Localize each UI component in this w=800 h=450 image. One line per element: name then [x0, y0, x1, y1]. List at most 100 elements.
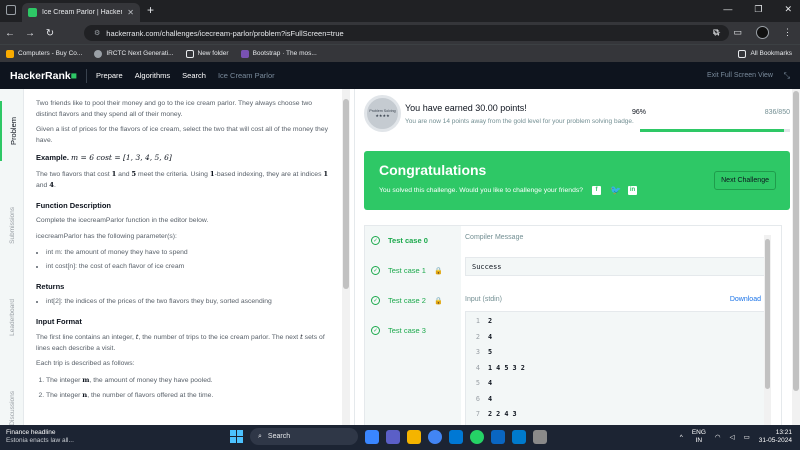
linkedin-app-icon[interactable]: [491, 429, 505, 444]
bookmark-item[interactable]: Computers - Buy Co...: [6, 49, 82, 58]
vscode-icon[interactable]: [512, 429, 526, 444]
trip-list: The integer m, the amount of money they …: [36, 375, 334, 402]
twitter-icon[interactable]: 🐦: [610, 186, 621, 195]
lang-code: ENG: [691, 429, 706, 437]
close-tab-icon[interactable]: ✕: [127, 8, 134, 17]
pane-divider[interactable]: [354, 89, 355, 425]
taskbar-search[interactable]: ⌕ Search: [250, 428, 358, 445]
reload-icon[interactable]: ↻: [40, 28, 60, 39]
stdin-label: Input (stdin): [465, 296, 502, 303]
line-number: 4: [475, 363, 480, 372]
scroll-thumb[interactable]: [765, 239, 770, 389]
bookmark-label: Bootstrap · The mos...: [252, 50, 317, 57]
site-info-icon[interactable]: ⚙: [94, 29, 100, 37]
nav-search[interactable]: Search: [182, 71, 206, 80]
list-item: int m: the amount of money they have to …: [46, 248, 334, 259]
nav-algorithms[interactable]: Algorithms: [135, 71, 170, 80]
news-widget[interactable]: Finance headline Estonia enacts law all.…: [6, 429, 74, 445]
address-bar[interactable]: ⚙ hackerrank.com/challenges/icecream-par…: [84, 25, 729, 41]
language-indicator[interactable]: ENG IN: [692, 429, 706, 445]
whatsapp-icon[interactable]: [470, 429, 484, 444]
store-icon[interactable]: [533, 429, 547, 444]
menu-kebab-icon[interactable]: ⋮: [783, 27, 792, 38]
bookmark-item[interactable]: New folder: [185, 49, 229, 58]
stdin-box: 12243541 4 5 3 2546472 2 4 3: [465, 311, 765, 426]
minimize-icon[interactable]: —: [723, 4, 732, 15]
test-case-item[interactable]: ✓ Test case 0: [371, 236, 428, 245]
compiler-message-label: Compiler Message: [465, 234, 524, 241]
test-case-item[interactable]: ✓ Test case 1 🔒: [371, 266, 443, 275]
window-controls: — ❐ ✕: [723, 4, 792, 15]
all-bookmarks[interactable]: All Bookmarks: [738, 49, 792, 58]
line-value: 5: [488, 348, 493, 356]
stdin-line: 4 1 4 5 3 2: [466, 364, 525, 372]
browser-toolbar: ← → ↻ ⚙ hackerrank.com/challenges/icecre…: [0, 22, 800, 44]
test-case-item[interactable]: ✓ Test case 3: [371, 326, 426, 335]
stdin-line: 24: [466, 333, 492, 341]
browser-tab[interactable]: Ice Cream Parlor | HackerRank ✕: [22, 3, 140, 22]
scroll-thumb[interactable]: [793, 91, 799, 391]
file-explorer-icon[interactable]: [407, 429, 421, 444]
tab-label: Leaderboard: [8, 299, 16, 336]
chrome-icon[interactable]: [428, 429, 442, 444]
task-view-icon[interactable]: [365, 429, 379, 444]
volume-icon[interactable]: ◁: [730, 433, 735, 441]
tab-label: Problem: [8, 117, 18, 145]
clock[interactable]: 13:21 31-05-2024: [759, 429, 792, 445]
problem-paragraph: The two flavors that cost 1 and 5 meet t…: [36, 169, 329, 190]
results-scrollbar[interactable]: [764, 235, 771, 425]
tab-leaderboard[interactable]: Leaderboard: [0, 299, 24, 336]
line-value: 2: [488, 317, 493, 325]
problem-paragraph: The first line contains an integer, t, t…: [36, 333, 325, 352]
congrats-text: You solved this challenge. Would you lik…: [379, 187, 584, 194]
close-window-icon[interactable]: ✕: [784, 4, 792, 15]
tab-discussions[interactable]: Discussions: [0, 391, 24, 426]
sidepanel-icon[interactable]: ▭: [733, 27, 742, 38]
forward-icon[interactable]: →: [20, 28, 40, 39]
tab-label: Submissions: [8, 207, 16, 244]
bookmark-item[interactable]: Bootstrap · The mos...: [240, 49, 317, 58]
next-challenge-button[interactable]: Next Challenge: [714, 171, 776, 190]
hackerrank-logo[interactable]: HackerRank■: [10, 70, 77, 82]
windows-start-icon[interactable]: [230, 430, 243, 443]
bookmark-label: New folder: [197, 50, 229, 57]
tab-submissions[interactable]: Submissions: [0, 207, 24, 244]
problem-scrollbar[interactable]: [342, 89, 350, 425]
congrats-subtitle: You solved this challenge. Would you lik…: [379, 186, 638, 195]
nav-prepare[interactable]: Prepare: [96, 71, 123, 80]
test-case-item[interactable]: ✓ Test case 2 🔒: [371, 296, 443, 305]
back-icon[interactable]: ←: [0, 28, 20, 39]
site-header: HackerRank■ Prepare Algorithms Search Ic…: [0, 62, 800, 89]
tab-title: Ice Cream Parlor | HackerRank: [42, 9, 122, 16]
battery-icon[interactable]: ▭: [744, 433, 750, 441]
bookmark-item[interactable]: IRCTC Next Generati...: [94, 49, 174, 58]
page-scrollbar[interactable]: [792, 89, 800, 425]
folder-icon: [738, 49, 747, 58]
congratulations-banner: Congratulations You solved this challeng…: [364, 151, 790, 210]
edge-icon[interactable]: [449, 429, 463, 444]
problem-paragraph: Given a list of prices for the flavors o…: [36, 126, 329, 144]
side-tabs: Problem Submissions Leaderboard Discussi…: [0, 89, 24, 426]
chevron-up-icon[interactable]: ^: [680, 434, 683, 441]
folder-icon: [185, 49, 194, 58]
taskbar-apps: ⌕ Search: [230, 428, 547, 445]
line-number: 2: [475, 332, 480, 341]
browser-tab-strip: Ice Cream Parlor | HackerRank ✕ + — ❐ ✕: [0, 0, 800, 22]
tab-problem[interactable]: Problem: [0, 101, 24, 161]
new-tab-icon[interactable]: +: [147, 3, 154, 17]
exit-fullscreen-link[interactable]: Exit Full Screen View: [707, 72, 773, 79]
restore-icon[interactable]: ❐: [754, 4, 762, 15]
section-heading: Function Description: [36, 200, 111, 210]
linkedin-icon[interactable]: in: [628, 186, 638, 195]
line-number: 5: [475, 379, 480, 387]
facebook-icon[interactable]: f: [592, 186, 602, 195]
extensions-icon[interactable]: ⧉: [713, 27, 719, 38]
profile-avatar[interactable]: [756, 26, 769, 39]
teams-icon[interactable]: [386, 429, 400, 444]
tab-search-icon[interactable]: [6, 5, 16, 15]
scroll-thumb[interactable]: [343, 99, 349, 289]
stdin-line: 64: [466, 395, 492, 403]
exit-fullscreen-icon[interactable]: ⤡: [784, 71, 790, 81]
wifi-icon[interactable]: ◠: [715, 433, 721, 441]
download-link[interactable]: Download: [730, 296, 761, 303]
